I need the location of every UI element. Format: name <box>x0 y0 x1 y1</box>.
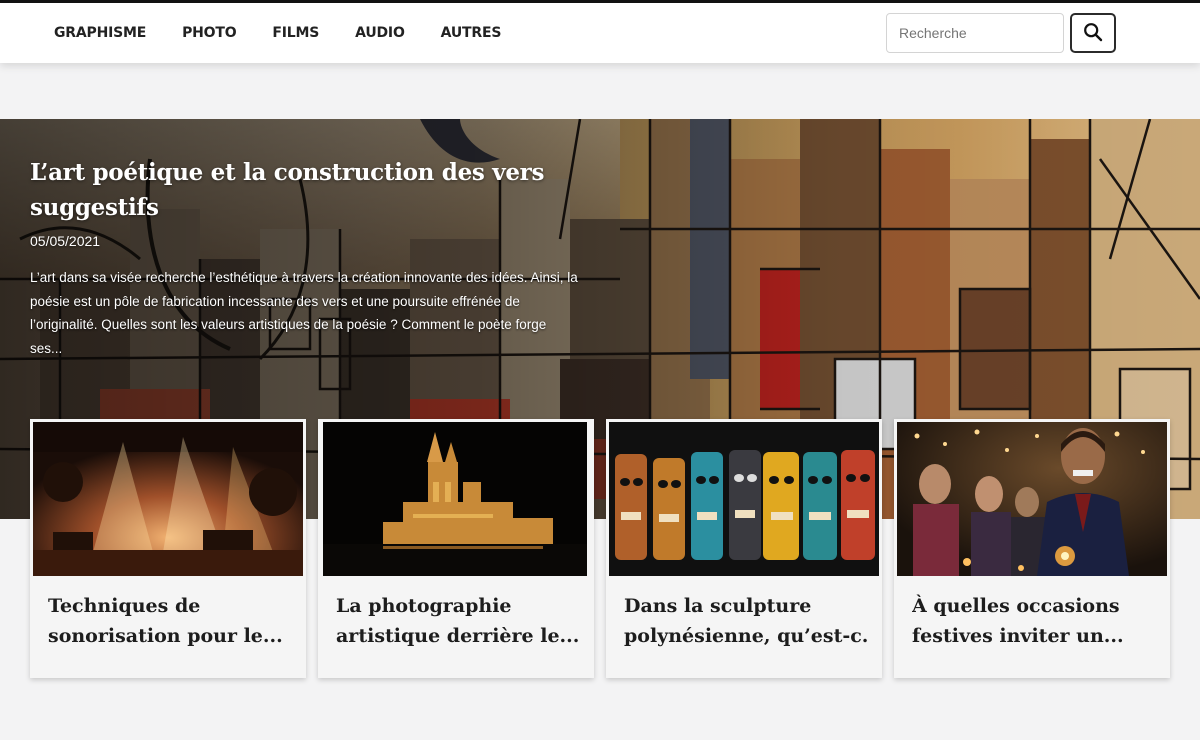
article-card[interactable]: À quelles occasions festives inviter un.… <box>894 419 1170 678</box>
top-navbar: GRAPHISME PHOTO FILMS AUDIO AUTRES <box>0 0 1200 63</box>
card-title-line: artistique derrière le... <box>336 625 580 647</box>
card-title-line: Techniques de <box>48 595 201 617</box>
card-title-line: À quelles occasions <box>912 595 1120 617</box>
hero-excerpt: L’art dans sa visée recherche l’esthétiq… <box>30 270 578 356</box>
nav-item-graphisme[interactable]: GRAPHISME <box>36 25 164 41</box>
card-title-line: festives inviter un... <box>912 625 1124 647</box>
card-title[interactable]: Dans la sculpture polynésienne, qu’est-c… <box>624 591 869 653</box>
search-icon <box>1083 22 1103 45</box>
article-card[interactable]: Dans la sculpture polynésienne, qu’est-c… <box>606 419 882 678</box>
main-menu: GRAPHISME PHOTO FILMS AUDIO AUTRES <box>36 3 519 63</box>
nav-item-autres[interactable]: AUTRES <box>423 25 520 41</box>
card-image-stage[interactable] <box>33 422 303 576</box>
card-title[interactable]: À quelles occasions festives inviter un.… <box>912 591 1157 653</box>
hero-date: 05/05/2021 <box>30 233 101 249</box>
nav-item-photo[interactable]: PHOTO <box>164 25 254 41</box>
search-button[interactable] <box>1070 13 1116 53</box>
card-image-party[interactable] <box>897 422 1167 576</box>
card-title-line: sonorisation pour le... <box>48 625 283 647</box>
card-title-line: Dans la sculpture <box>624 595 812 617</box>
card-image-cathedral[interactable] <box>323 422 587 576</box>
card-title-line: polynésienne, qu’est-c... <box>624 625 869 647</box>
card-image-tiki[interactable] <box>609 422 879 576</box>
article-card[interactable]: Techniques de sonorisation pour le... <box>30 419 306 678</box>
nav-item-films[interactable]: FILMS <box>254 25 337 41</box>
article-card[interactable]: La photographie artistique derrière le..… <box>318 419 594 678</box>
search-input[interactable] <box>886 13 1064 53</box>
card-title-line: La photographie <box>336 595 512 617</box>
card-title[interactable]: La photographie artistique derrière le..… <box>336 591 581 653</box>
nav-item-audio[interactable]: AUDIO <box>337 25 423 41</box>
hero-title[interactable]: L’art poétique et la construction des ve… <box>30 155 570 225</box>
card-title[interactable]: Techniques de sonorisation pour le... <box>48 591 293 653</box>
